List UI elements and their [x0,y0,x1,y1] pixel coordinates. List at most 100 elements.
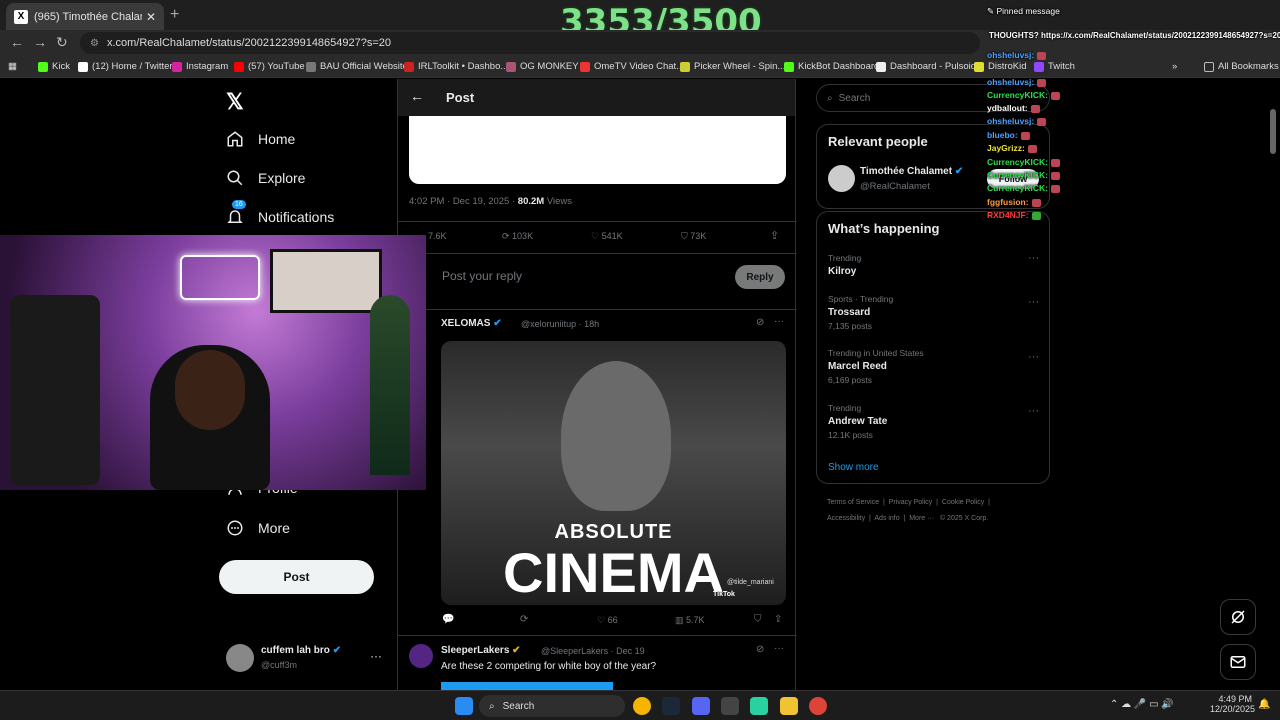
webcam-overlay [0,235,426,490]
file-explorer-icon[interactable] [780,697,798,715]
account-name[interactable]: cuffem lah bro ✔ [261,645,341,656]
chrome-icon[interactable] [809,697,827,715]
reply-image[interactable]: ABSOLUTE CINEMA @tilde_mariani TikTok [441,341,786,605]
reply-input[interactable]: Post your reply [442,269,522,283]
tiktok-watermark: TikTok [713,591,735,598]
bookmark-irltoolkit[interactable]: IRLToolkit • Dashbo... [404,61,508,72]
sidebar-item-home[interactable]: Home [226,130,295,148]
show-more-link[interactable]: Show more [828,462,879,473]
post-button[interactable]: Post [219,560,374,594]
chat-line: bluebo: [987,130,1030,140]
bookmark-youtube[interactable]: (57) YouTube [234,61,305,72]
reload-icon[interactable]: ↻ [56,34,68,51]
grok-icon[interactable]: ⊘ [756,644,764,655]
discord-icon[interactable] [692,697,710,715]
like-button[interactable]: ♡ 541K [591,231,623,242]
address-bar[interactable]: ⚙ x.com/RealChalamet/status/200212239914… [80,32,980,54]
person-figure [561,361,671,511]
person-handle: @RealChalamet [860,181,930,192]
more-options-icon[interactable]: ··· [1028,252,1039,264]
avatar[interactable] [828,165,855,192]
bookmark-icon[interactable]: ⛉ [754,614,762,625]
app-icon[interactable] [721,697,739,715]
trend-item[interactable]: Trending Kilroy [828,253,1038,277]
trend-item[interactable]: Sports · Trending Trossard 7,135 posts [828,294,1038,331]
more-options-icon[interactable]: ··· [1028,296,1039,308]
taskbar-search[interactable]: ⌕ Search [479,695,625,717]
reply-author[interactable]: XELOMAS ✔ [441,318,502,329]
apps-icon[interactable]: ▦ [8,61,17,72]
app-icon[interactable] [750,697,768,715]
bookmark-button[interactable]: ⛉ 73K [681,231,706,242]
new-tab-icon[interactable]: + [170,6,179,24]
bookmark-twitter[interactable]: (12) Home / Twitter [78,61,173,72]
more-options-icon[interactable]: ··· [774,643,784,654]
replies-count[interactable]: 7.6K [428,231,447,241]
neon-sign [180,255,260,300]
windows-start-icon[interactable] [455,697,473,715]
person-name[interactable]: Timothée Chalamet ✔ [860,166,963,177]
bookmark-instagram[interactable]: Instagram [172,61,228,72]
gaming-chair [10,295,100,485]
avatar[interactable] [409,644,433,668]
bookmark-pulsoid[interactable]: Dashboard - Pulsoid [876,61,976,72]
search-icon: ⌕ [489,700,495,712]
back-arrow-icon[interactable]: ← [410,88,424,104]
grok-button[interactable] [1220,599,1256,635]
bookmark-bau[interactable]: BAU Official Website [306,61,408,72]
x-logo-icon: X [14,9,28,24]
x-logo-icon[interactable]: 𝕏 [226,89,244,115]
grok-icon[interactable]: ⊘ [756,317,764,328]
like-button[interactable]: ♡ 66 [597,615,618,626]
chrome-icon[interactable] [633,697,651,715]
bookmark-ometv[interactable]: OmeTV Video Chat... [580,61,684,72]
share-icon[interactable]: ⇪ [774,614,782,625]
repost-button[interactable]: ⟳ 103K [502,231,533,242]
reply-handle: @xeloruniitup · 18h [521,319,600,329]
views-count: ▥ 5.7K [675,615,705,625]
bookmark-kickbot[interactable]: KickBot Dashboard [784,61,879,72]
messages-button[interactable] [1220,644,1256,680]
notification-badge: 16 [232,200,246,209]
happening-title: What’s happening [828,221,940,236]
bookmark-kick[interactable]: Kick [38,61,70,72]
notification-icon[interactable]: 🔔 [1258,699,1270,710]
repost-icon[interactable]: ⟳ [520,614,528,625]
tv-screen [270,249,382,313]
footer-links[interactable]: Accessibility | Ads info | More ··· © 20… [827,515,988,522]
pinned-label: ✎ Pinned message [987,6,1060,16]
bell-icon: 16 [226,200,246,226]
back-icon[interactable]: ← [10,34,24,50]
clock[interactable]: 4:49 PM 12/20/2025 [1210,694,1255,714]
share-icon[interactable]: ⇪ [770,229,779,242]
reply-text: Are these 2 competing for white boy of t… [441,661,657,672]
sidebar-item-explore[interactable]: Explore [226,169,305,187]
reply-handle: @SleeperLakers · Dec 19 [541,646,645,656]
system-tray-icons[interactable]: ⌃ ☁ 🎤 ▭ 🔊 [1110,699,1174,710]
steam-icon[interactable] [662,697,680,715]
more-options-icon[interactable]: ··· [1028,405,1039,417]
forward-icon[interactable]: → [33,34,47,50]
bookmark-og-monkey[interactable]: OG MONKEY [506,61,579,72]
avatar[interactable] [226,644,254,672]
sidebar-item-more[interactable]: More [226,519,290,537]
mail-icon [1230,656,1246,668]
more-options-icon[interactable]: ··· [1028,351,1039,363]
account-menu-icon[interactable]: ··· [370,649,382,663]
close-icon[interactable]: ✕ [146,10,156,24]
verified-icon: ✔ [332,645,342,656]
bookmark-picker-wheel[interactable]: Picker Wheel - Spin... [680,61,785,72]
pinned-message: THOUGHTS? https://x.com/RealChalamet/sta… [989,31,1280,40]
reply-media[interactable] [441,682,613,690]
site-info-icon[interactable]: ⚙ [90,38,99,49]
footer-links[interactable]: Terms of Service | Privacy Policy | Cook… [827,499,990,506]
reply-author[interactable]: SleeperLakers ✔ [441,645,521,656]
sidebar-item-notifications[interactable]: 16 Notifications [226,200,334,226]
trend-item[interactable]: Trending in United States Marcel Reed 6,… [828,348,1038,385]
trend-item[interactable]: Trending Andrew Tate 12.1K posts [828,403,1038,440]
reply-button[interactable]: Reply [735,265,785,289]
more-options-icon[interactable]: ··· [774,316,784,327]
reply-icon[interactable]: 💬 [442,614,454,625]
post-media[interactable] [409,116,786,184]
browser-tab[interactable]: X (965) Timothée Chalamet on X: ✕ [6,3,164,30]
